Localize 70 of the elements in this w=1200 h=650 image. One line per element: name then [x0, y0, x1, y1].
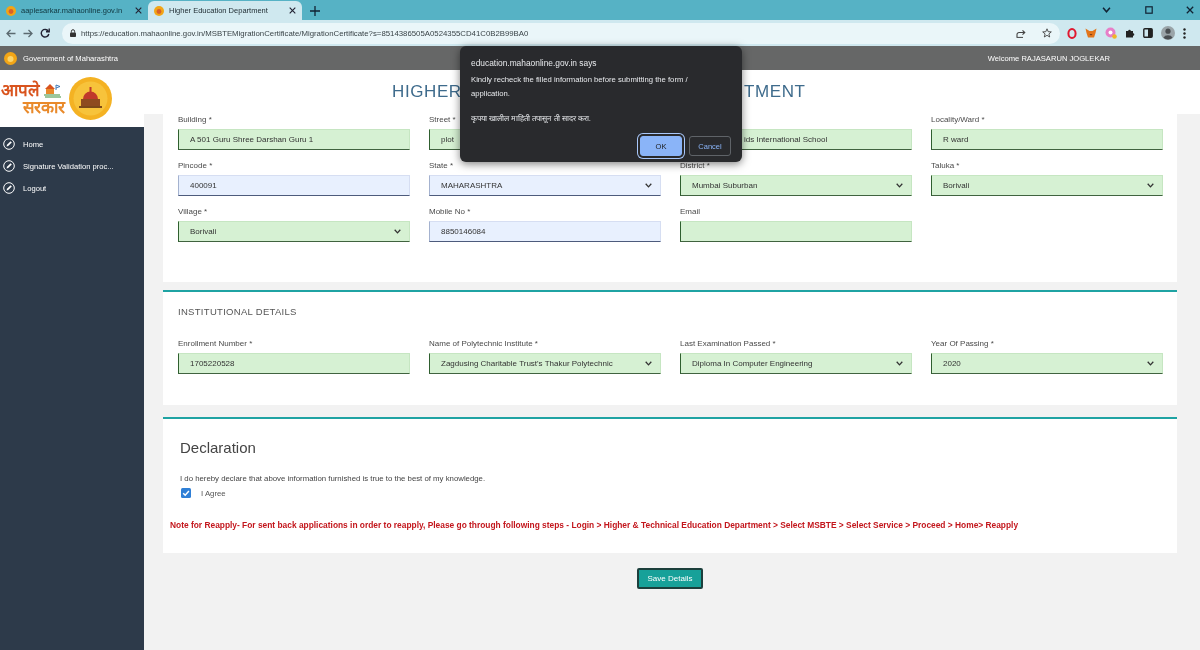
kebab-menu-icon[interactable] [1183, 27, 1186, 39]
field-label: Pincode * [178, 160, 213, 172]
select-field[interactable]: 2020 [931, 353, 1163, 374]
reload-icon[interactable] [40, 28, 50, 38]
restore-window-icon[interactable] [1144, 6, 1153, 14]
checkbox[interactable] [181, 488, 191, 498]
dome-emblem-icon [69, 77, 112, 120]
select-field[interactable]: Borivali [931, 175, 1163, 196]
select-field[interactable]: Diploma In Computer Engineering [680, 353, 912, 374]
text-field[interactable] [680, 221, 912, 242]
reapply-note: Note for Reapply- For sent back applications in order to reapply, Please go through following steps - Login > Higher & Technical Education Department > Select MSBTE > Select Service > Proceed > Home> Reapply [170, 519, 1019, 531]
select-field[interactable]: Mumbai Suburban [680, 175, 912, 196]
pencil-icon [3, 138, 15, 150]
close-icon[interactable] [289, 7, 296, 14]
field-label: Village * [178, 206, 208, 218]
section-title: INSTITUTIONAL DETAILS [178, 306, 297, 318]
plus-icon[interactable] [310, 6, 320, 16]
chevron-down-icon[interactable] [394, 229, 401, 234]
section-title: Declaration [180, 439, 256, 457]
lock-icon[interactable] [70, 29, 76, 37]
emblem-icon [154, 5, 164, 16]
field-label: District * [680, 160, 710, 172]
building-icon [42, 82, 62, 99]
pencil-icon [3, 160, 15, 172]
chevron-down-icon[interactable] [1147, 183, 1154, 188]
chevron-down-icon[interactable] [1102, 7, 1111, 13]
text-field[interactable]: A 501 Guru Shree Darshan Guru 1 [178, 129, 410, 150]
field-label: Locality/Ward * [931, 114, 985, 126]
select-field[interactable]: Borivali [178, 221, 410, 242]
page-title: TMENT [744, 82, 806, 102]
field-label: Name of Polytechnic Institute * [429, 338, 538, 350]
close-icon[interactable] [1186, 6, 1194, 14]
field-label: Enrollment Number * [178, 338, 253, 350]
star-icon[interactable] [1042, 28, 1052, 38]
fox-icon[interactable] [1085, 28, 1097, 38]
emblem-icon [4, 51, 17, 65]
side-panel-icon[interactable] [1143, 28, 1153, 38]
chevron-down-icon[interactable] [896, 183, 903, 188]
extension-icon[interactable] [1105, 27, 1117, 39]
ring-icon[interactable] [1067, 27, 1077, 39]
field-label: Street * [429, 114, 456, 126]
emblem-icon [6, 5, 16, 16]
logo-text: सरकार [23, 98, 65, 116]
back-arrow-icon[interactable] [6, 28, 16, 38]
chevron-down-icon[interactable] [645, 183, 652, 188]
logo-text: आपले [1, 81, 40, 99]
dialog-title: education.mahaonline.gov.in says [471, 57, 597, 69]
select-field[interactable]: Zagdusing Charitable Trust's Thakur Polytechnic [429, 353, 661, 374]
forward-arrow-icon[interactable] [23, 28, 33, 38]
field-label: Building * [178, 114, 212, 126]
field-label: Last Examination Passed * [680, 338, 776, 350]
field-label: Mobile No * [429, 206, 471, 218]
chevron-down-icon[interactable] [645, 361, 652, 366]
pencil-icon [3, 182, 15, 194]
share-icon[interactable] [1016, 28, 1026, 38]
avatar-icon[interactable] [1161, 26, 1175, 40]
chevron-down-icon[interactable] [896, 361, 903, 366]
field-label: Email [680, 206, 700, 218]
text-field[interactable]: 400091 [178, 175, 410, 196]
chevron-down-icon[interactable] [1147, 361, 1154, 366]
select-field[interactable]: MAHARASHTRA [429, 175, 661, 196]
puzzle-icon[interactable] [1125, 28, 1135, 38]
text-field[interactable]: 1705220528 [178, 353, 410, 374]
text-field[interactable]: 8850146084 [429, 221, 661, 242]
page-title: HIGHER [392, 82, 462, 102]
close-icon[interactable] [135, 7, 142, 14]
field-label: Year Of Passing * [931, 338, 994, 350]
field-label: Taluka * [931, 160, 960, 172]
field-label: State * [429, 160, 453, 172]
text-field[interactable]: R ward [931, 129, 1163, 150]
